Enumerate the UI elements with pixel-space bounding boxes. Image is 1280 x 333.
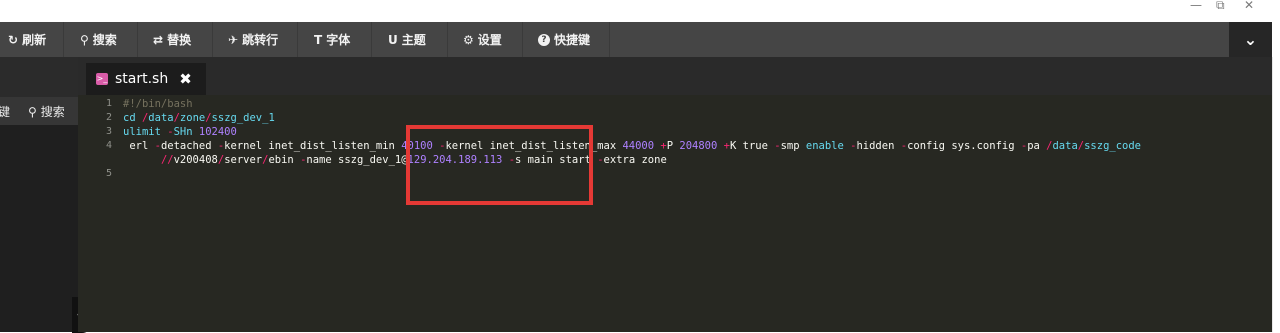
code-token: 204800 bbox=[679, 140, 718, 152]
minimize-icon[interactable]: — bbox=[1190, 0, 1202, 12]
refresh-button[interactable]: ↻ 刷新 bbox=[0, 22, 64, 57]
help-icon: ? bbox=[538, 33, 550, 46]
title-bar: — ⧉ ✕ bbox=[0, 0, 1280, 22]
code-token: enable bbox=[805, 140, 844, 152]
code-token: smp bbox=[780, 140, 806, 152]
code-token: cd bbox=[123, 112, 142, 124]
code-token: kernel inet_dist_listen_min bbox=[224, 140, 402, 152]
code-token: data bbox=[1052, 140, 1078, 152]
right-edge-panel bbox=[1272, 57, 1280, 332]
code-token: config sys.config bbox=[907, 140, 1021, 152]
code-token: 44000 bbox=[622, 140, 655, 152]
gear-icon: ⚙ bbox=[463, 32, 474, 47]
code-token: P bbox=[666, 140, 680, 152]
search-icon: ⚲ bbox=[28, 104, 37, 119]
font-label: 字体 bbox=[326, 33, 351, 47]
font-button[interactable]: T 字体 bbox=[306, 22, 372, 57]
code-token: ebin bbox=[268, 154, 301, 166]
sidebar-key-label[interactable]: 键 bbox=[0, 103, 10, 120]
search-icon: ⚲ bbox=[80, 32, 89, 47]
restore-icon[interactable]: ⧉ bbox=[1216, 0, 1225, 12]
line-number: 3 bbox=[105, 126, 112, 137]
code-token: sszg_dev_1 bbox=[211, 112, 275, 124]
sidebar: 键 ⚲ 搜索 < bbox=[0, 57, 92, 333]
line-number: 2 bbox=[105, 112, 112, 123]
replace-button[interactable]: ⇄ 替换 bbox=[145, 22, 213, 57]
code-token: extra zone bbox=[603, 154, 667, 166]
magnet-icon: U bbox=[388, 32, 398, 47]
code-token: zone bbox=[179, 112, 206, 124]
code-token: K true bbox=[729, 140, 775, 152]
code-line: #!/bin/bash bbox=[123, 97, 193, 111]
code-token: server bbox=[224, 154, 263, 166]
close-tab-icon[interactable]: ✖ bbox=[179, 70, 192, 88]
toolbar: ↻ 刷新 ⚲ 搜索 ⇄ 替换 ✈ 跳转行 T 字体 U 主题 ⚙ 设置 ? 快捷… bbox=[0, 22, 1272, 58]
replace-icon: ⇄ bbox=[153, 32, 164, 47]
line-number: 5 bbox=[105, 168, 112, 179]
line-gutter: 1 2 3 4 5 bbox=[78, 95, 120, 332]
code-token: 102400 bbox=[198, 126, 237, 138]
search-button[interactable]: ⚲ 搜索 bbox=[72, 22, 138, 57]
code-token: name sszg_dev_1@ bbox=[306, 154, 408, 166]
line-number: 1 bbox=[105, 98, 112, 109]
sidebar-search-button[interactable]: ⚲ 搜索 bbox=[28, 103, 65, 120]
goto-line-button[interactable]: ✈ 跳转行 bbox=[220, 22, 298, 57]
code-editor[interactable]: 1 2 3 4 5 #!/bin/bash cd /data/zone/sszg… bbox=[78, 95, 1272, 332]
code-token: data bbox=[148, 112, 174, 124]
theme-label: 主题 bbox=[401, 33, 426, 47]
tab-bar: >_ start.sh ✖ bbox=[78, 57, 1272, 95]
code-token: SHn bbox=[173, 126, 199, 138]
settings-label: 设置 bbox=[477, 33, 502, 47]
settings-button[interactable]: ⚙ 设置 bbox=[455, 22, 523, 57]
code-token: erl bbox=[123, 140, 155, 152]
code-line: erl -detached -kernel inet_dist_listen_m… bbox=[123, 139, 1141, 153]
replace-label: 替换 bbox=[167, 33, 192, 47]
refresh-icon: ↻ bbox=[8, 32, 19, 47]
terminal-icon: >_ bbox=[96, 73, 108, 85]
code-line: ulimit -SHn 102400 bbox=[123, 125, 237, 139]
collapse-toolbar-button[interactable]: ⌄ bbox=[1229, 22, 1272, 57]
shortcuts-label: 快捷键 bbox=[554, 33, 591, 47]
shebang: #!/bin/bash bbox=[123, 98, 193, 110]
tab-label: start.sh bbox=[115, 71, 169, 87]
sidebar-search-label: 搜索 bbox=[40, 105, 65, 119]
code-token: // bbox=[160, 154, 174, 166]
chevron-down-icon: ⌄ bbox=[1243, 30, 1258, 49]
code-token: sszg_code bbox=[1084, 140, 1142, 152]
tab-start-sh[interactable]: >_ start.sh ✖ bbox=[86, 63, 206, 95]
pin-icon: ✈ bbox=[228, 32, 239, 47]
code-token: v200408 bbox=[173, 154, 218, 166]
refresh-label: 刷新 bbox=[22, 33, 47, 47]
code-token: detached bbox=[160, 140, 218, 152]
search-label: 搜索 bbox=[92, 33, 117, 47]
shortcuts-button[interactable]: ? 快捷键 bbox=[530, 22, 610, 57]
font-icon: T bbox=[314, 32, 323, 47]
sidebar-header bbox=[0, 57, 78, 97]
code-token: pa bbox=[1027, 140, 1047, 152]
goto-line-label: 跳转行 bbox=[242, 33, 279, 47]
code-token: hidden bbox=[856, 140, 901, 152]
theme-button[interactable]: U 主题 bbox=[380, 22, 448, 57]
code-line: cd /data/zone/sszg_dev_1 bbox=[123, 111, 275, 125]
line-number: 4 bbox=[105, 140, 112, 151]
close-window-icon[interactable]: ✕ bbox=[1244, 0, 1254, 12]
sidebar-toolbar: 键 ⚲ 搜索 bbox=[0, 97, 78, 125]
annotation-highlight-box bbox=[406, 125, 593, 205]
code-token: ulimit bbox=[123, 126, 168, 138]
